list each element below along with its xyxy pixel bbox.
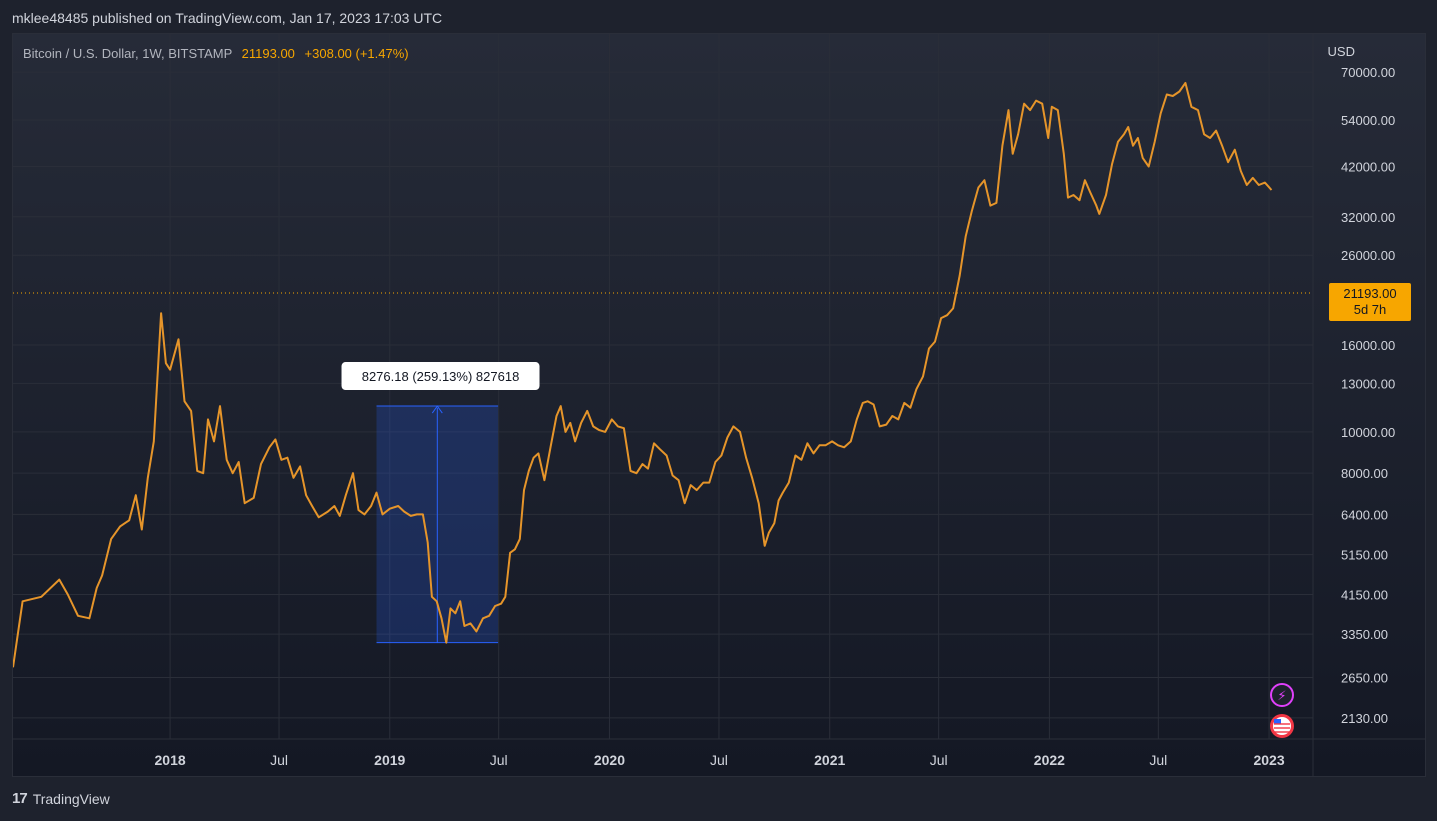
x-tick-label: Jul	[490, 752, 508, 768]
published-by-text: mklee48485 published on TradingView.com,…	[12, 10, 443, 26]
y-tick-label: 16000.00	[1341, 338, 1395, 353]
y-tick-label: 26000.00	[1341, 248, 1395, 263]
chart-legend: Bitcoin / U.S. Dollar, 1W, BITSTAMP 2119…	[23, 46, 409, 61]
x-tick-label: 2018	[155, 752, 186, 768]
x-tick-label: 2022	[1034, 752, 1065, 768]
x-tick-label: 2023	[1253, 752, 1284, 768]
currency-label[interactable]: USD	[1328, 44, 1355, 59]
y-tick-label: 2130.00	[1341, 711, 1388, 726]
y-tick-label: 5150.00	[1341, 548, 1388, 563]
chart-pane[interactable]: 70000.00 54000.00 42000.00 32000.00 26000.00…	[12, 33, 1426, 777]
y-tick-label: 3350.00	[1341, 627, 1388, 642]
y-tick-label: 6400.00	[1341, 507, 1388, 522]
tradingview-logo-icon: 17	[12, 790, 28, 807]
footer-brand[interactable]: 17 TradingView	[12, 790, 110, 807]
us-flag-canton	[1274, 719, 1281, 724]
y-tick-label: 42000.00	[1341, 160, 1395, 175]
y-tick-label: 2650.00	[1341, 670, 1388, 685]
x-tick-label: 2019	[374, 752, 405, 768]
y-tick-label: 70000.00	[1341, 65, 1395, 80]
y-tick-label: 32000.00	[1341, 210, 1395, 225]
x-tick-label: 2020	[594, 752, 625, 768]
x-tick-label: 2021	[814, 752, 845, 768]
y-tick-label: 54000.00	[1341, 113, 1395, 128]
tradingview-snapshot: mklee48485 published on TradingView.com,…	[0, 0, 1437, 821]
symbol-label[interactable]: Bitcoin / U.S. Dollar, 1W, BITSTAMP	[23, 46, 232, 61]
y-tick-label: 13000.00	[1341, 376, 1395, 391]
x-tick-label: Jul	[930, 752, 948, 768]
x-tick-label: Jul	[1149, 752, 1167, 768]
price-series-line[interactable]	[13, 81, 1273, 668]
y-tick-label: 4150.00	[1341, 588, 1388, 603]
y-tick-label: 8000.00	[1341, 466, 1388, 481]
legend-price: 21193.00	[241, 46, 295, 61]
measure-label: 8276.18 (259.13%) 827618	[362, 369, 520, 384]
x-tick-label: Jul	[270, 752, 288, 768]
brand-name: TradingView	[32, 790, 110, 807]
last-price-tag-countdown: 5d 7h	[1354, 302, 1387, 317]
last-price-tag-value: 21193.00	[1343, 286, 1396, 301]
legend-change: +308.00 (+1.47%)	[304, 46, 409, 61]
y-tick-label: 10000.00	[1341, 425, 1395, 440]
price-chart[interactable]: 70000.00 54000.00 42000.00 32000.00 26000.00…	[13, 34, 1425, 776]
x-tick-label: Jul	[710, 752, 728, 768]
lightning-glyph: ⚡	[1277, 689, 1286, 704]
